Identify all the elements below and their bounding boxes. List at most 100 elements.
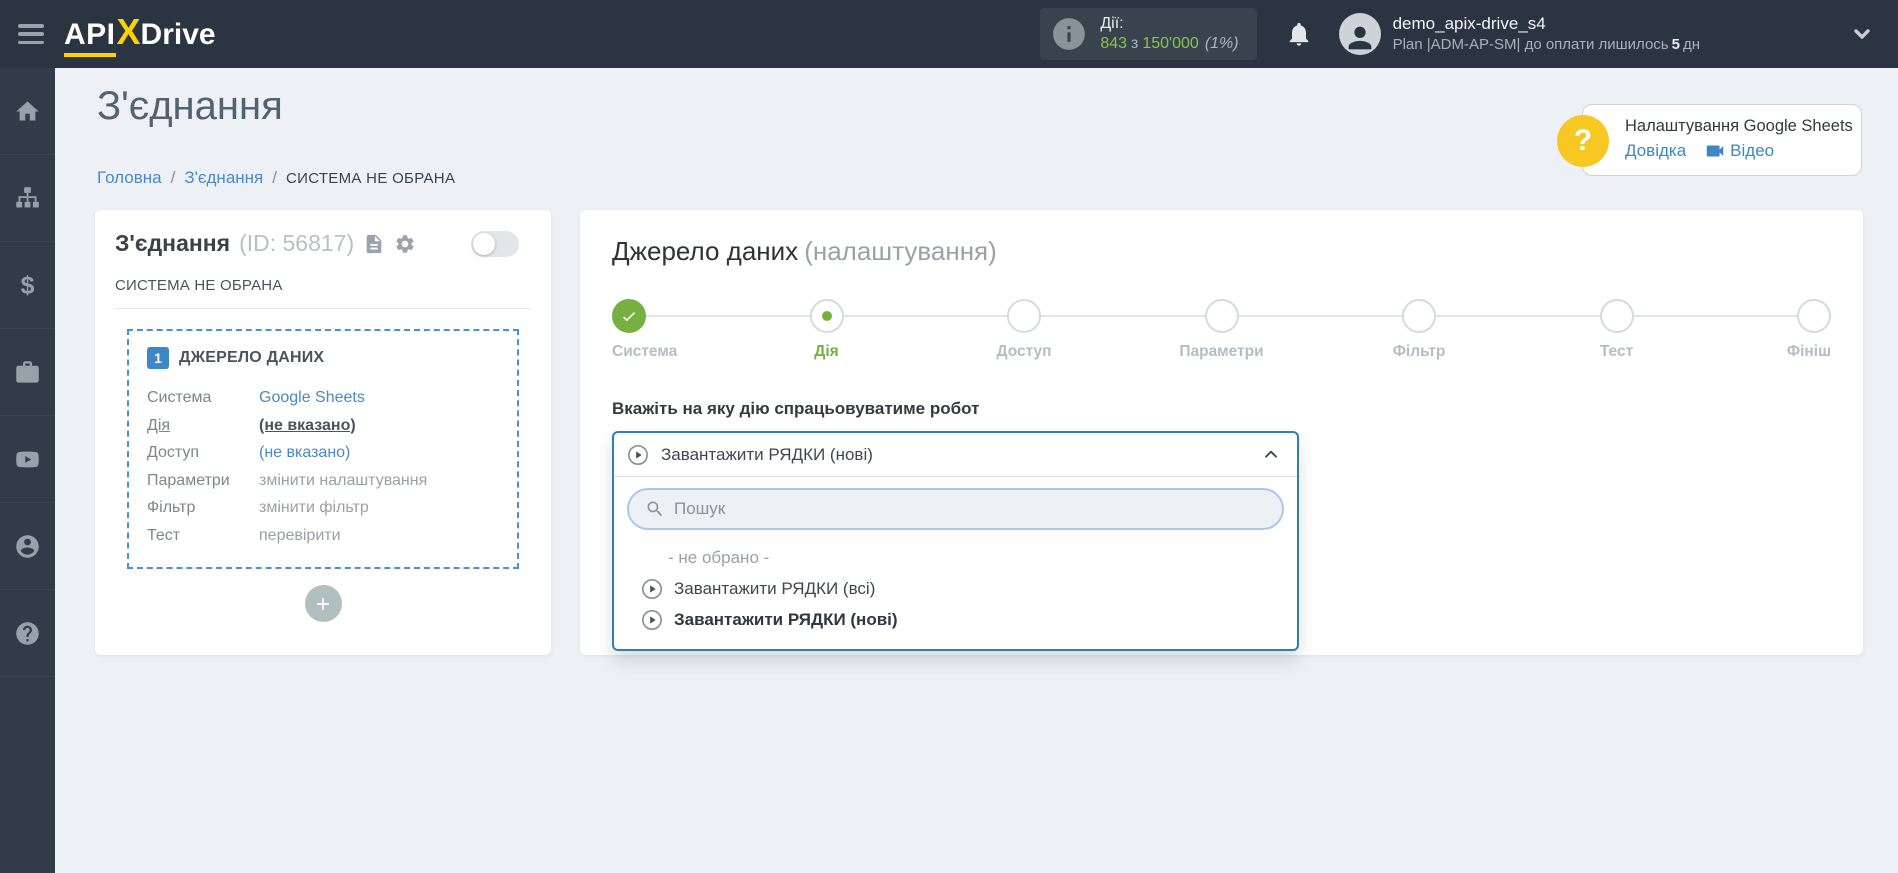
step-access[interactable]: Доступ (996, 299, 1052, 360)
dropdown-search (627, 488, 1284, 530)
source-row-action: Дія (не вказано) (147, 412, 499, 440)
home-icon (16, 100, 39, 120)
sidebar-item-services[interactable] (0, 329, 55, 416)
help-box-title: Налаштування Google Sheets (1625, 117, 1853, 135)
chevron-down-icon[interactable] (1850, 22, 1874, 46)
gear-icon[interactable] (394, 233, 416, 255)
user-name: demo_apix-drive_s4 (1392, 14, 1546, 34)
source-row-test: Тест перевірити (147, 522, 499, 550)
help-question-icon[interactable]: ? (1557, 115, 1609, 167)
access-value-link[interactable]: (не вказано) (259, 439, 350, 467)
help-box: ? Налаштування Google Sheets Довідка Від… (1557, 104, 1862, 176)
breadcrumb-separator: / (170, 168, 176, 187)
step-system[interactable]: Система (612, 299, 677, 360)
actions-total: 150'000 (1142, 35, 1199, 52)
connection-enable-toggle[interactable] (471, 230, 519, 257)
notifications-bell-icon[interactable] (1285, 20, 1313, 48)
days-left: 5 (1671, 36, 1680, 54)
user-plan: Plan |ADM-AP-SM| до оплати лишилось 5 дн (1392, 36, 1700, 54)
breadcrumb-separator: / (272, 168, 277, 187)
logo-x: X (116, 11, 141, 52)
play-circle-icon (642, 609, 662, 630)
apix-drive-app: API X Drive Дії: 843 з 150'000 (1%) demo_apix… (0, 0, 1898, 873)
source-row-parameters: Параметри змінити налаштування (147, 467, 499, 495)
play-circle-icon (642, 578, 662, 599)
connection-card-title: З'єднання (115, 230, 231, 256)
step-filter[interactable]: Фільтр (1393, 299, 1445, 360)
panel-title-note: (налаштування) (804, 236, 997, 266)
step-test[interactable]: Тест (1599, 299, 1634, 360)
actions-percent: (1%) (1204, 35, 1239, 52)
play-circle-icon (628, 444, 648, 465)
selected-action: Завантажити РЯДКИ (нові) (661, 444, 873, 464)
action-dropdown: Завантажити РЯДКИ (нові) - не обрано - З… (612, 431, 1299, 651)
video-tutorials-icon (16, 451, 39, 467)
connection-card: З'єднання (ID: 56817) СИСТЕМА НЕ ОБРАНА … (95, 210, 551, 655)
sidebar-item-help[interactable] (0, 590, 55, 677)
action-options-list: - не обрано - Завантажити РЯДКИ (всі) За… (614, 540, 1297, 649)
avatar-person-icon (1348, 26, 1371, 50)
system-value-link[interactable]: Google Sheets (259, 384, 365, 412)
sidebar-item-billing[interactable]: $ (0, 242, 55, 329)
connections-icon (16, 186, 39, 207)
option-load-rows-all[interactable]: Завантажити РЯДКИ (всі) (614, 573, 1297, 604)
plus-icon (317, 597, 329, 610)
setup-stepper: Система Дія Доступ Параметри Фільтр Тест… (612, 299, 1831, 375)
connection-id: (ID: 56817) (239, 230, 355, 256)
source-row-filter: Фільтр змінити фільтр (147, 494, 499, 522)
sidebar-item-video-tutorials[interactable] (0, 416, 55, 503)
sidebar-item-account[interactable] (0, 503, 55, 590)
page-title: З'єднання (97, 84, 283, 128)
action-question-label: Вкажіть на яку дію спрацьовуватиме робот (612, 399, 980, 418)
info-icon[interactable] (1050, 15, 1088, 53)
panel-title: Джерело даних (612, 236, 799, 266)
actions-counter-value: 843 з 150'000 (1%) (1100, 35, 1239, 52)
account-icon (16, 534, 39, 558)
check-icon (623, 312, 635, 322)
document-icon[interactable] (363, 233, 385, 255)
data-source-title: ДЖЕРЕЛО ДАНИХ (179, 349, 325, 366)
action-value-link[interactable]: (не вказано) (259, 412, 356, 440)
actions-counter-label: Дії: (1100, 15, 1124, 32)
connection-system-status: СИСТЕМА НЕ ОБРАНА (115, 277, 531, 309)
breadcrumb-home[interactable]: Головна (97, 168, 162, 188)
breadcrumb: Головна / З'єднання / СИСТЕМА НЕ ОБРАНА (97, 168, 455, 188)
step-finish[interactable]: Фініш (1787, 299, 1831, 360)
svg-text:$: $ (21, 272, 35, 299)
source-row-access: Доступ (не вказано) (147, 439, 499, 467)
services-icon (16, 360, 39, 383)
option-load-rows-new[interactable]: Завантажити РЯДКИ (нові) (614, 604, 1297, 635)
data-source-block[interactable]: 1 ДЖЕРЕЛО ДАНИХ Система Google Sheets Ді… (127, 329, 519, 569)
apixdrive-logo[interactable]: API X Drive (64, 11, 216, 57)
billing-icon: $ (21, 272, 35, 299)
logo-drive: Drive (140, 18, 216, 51)
add-step-button[interactable] (304, 585, 342, 622)
topbar: API X Drive Дії: 843 з 150'000 (1%) demo_apix… (0, 0, 1898, 68)
filter-value-link[interactable]: змінити фільтр (259, 494, 369, 522)
main-content: З'єднання Головна / З'єднання / СИСТЕМА … (55, 68, 1898, 873)
help-docs-link[interactable]: Довідка (1625, 141, 1686, 161)
actions-counter: Дії: 843 з 150'000 (1%) (1040, 8, 1257, 60)
source-row-system: Система Google Sheets (147, 384, 499, 412)
help-video-link[interactable]: Відео (1730, 141, 1774, 161)
hamburger-menu-icon[interactable] (16, 22, 46, 46)
video-camera-icon (1706, 145, 1724, 157)
user-menu[interactable]: demo_apix-drive_s4 Plan |ADM-AP-SM| до о… (1338, 13, 1700, 55)
action-select[interactable]: Завантажити РЯДКИ (нові) (614, 433, 1297, 477)
active-step-dot (821, 311, 832, 321)
search-input[interactable] (674, 499, 1266, 519)
step-parameters[interactable]: Параметри (1179, 299, 1264, 360)
logo-api: API (64, 18, 116, 57)
breadcrumb-current: СИСТЕМА НЕ ОБРАНА (286, 169, 456, 187)
step-number-badge: 1 (147, 347, 169, 369)
test-value-link[interactable]: перевірити (259, 522, 341, 550)
option-not-selected[interactable]: - не обрано - (614, 542, 1297, 573)
parameters-value-link[interactable]: змінити налаштування (259, 467, 427, 495)
breadcrumb-connections[interactable]: З'єднання (184, 168, 263, 188)
topbar-right: Дії: 843 з 150'000 (1%) demo_apix-drive_s4 … (1040, 8, 1898, 60)
sidebar-item-home[interactable] (0, 68, 55, 155)
step-action[interactable]: Дія (809, 299, 844, 360)
sidebar-item-connections[interactable] (0, 155, 55, 242)
actions-used: 843 (1100, 35, 1128, 52)
avatar (1338, 13, 1381, 55)
